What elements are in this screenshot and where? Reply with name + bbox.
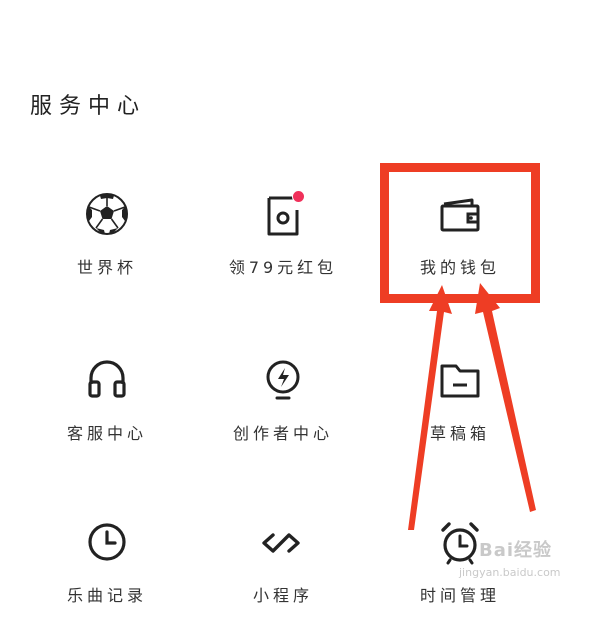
service-music-history[interactable]: 乐曲记录 bbox=[32, 498, 182, 628]
lightning-bulb-icon bbox=[259, 356, 307, 404]
service-label: 我的钱包 bbox=[419, 258, 500, 277]
service-label: 世界杯 bbox=[76, 258, 137, 277]
service-my-wallet[interactable]: 我的钱包 bbox=[385, 170, 535, 300]
service-label: 客服中心 bbox=[66, 424, 147, 443]
service-drafts[interactable]: 草稿箱 bbox=[385, 336, 535, 466]
soccer-ball-icon bbox=[83, 190, 131, 238]
infinity-link-icon bbox=[259, 518, 307, 566]
alarm-clock-icon bbox=[436, 518, 484, 566]
service-creator-center[interactable]: 创作者中心 bbox=[208, 336, 358, 466]
service-mini-program[interactable]: 小程序 bbox=[208, 498, 358, 628]
service-label: 草稿箱 bbox=[429, 424, 490, 443]
service-time-management[interactable]: 时间管理 bbox=[385, 498, 535, 628]
service-label: 领79元红包 bbox=[228, 258, 338, 277]
wallet-icon bbox=[436, 190, 484, 238]
service-label: 创作者中心 bbox=[232, 424, 333, 443]
red-packet-icon bbox=[259, 190, 307, 238]
headset-icon bbox=[83, 356, 131, 404]
services-grid: 世界杯 领79元红包 我的钱包 客服中心 创作者中心 草稿箱 乐曲记录 小程序 … bbox=[0, 0, 595, 605]
service-label: 时间管理 bbox=[419, 586, 500, 605]
service-customer-service[interactable]: 客服中心 bbox=[32, 336, 182, 466]
service-world-cup[interactable]: 世界杯 bbox=[32, 170, 182, 300]
service-red-packet[interactable]: 领79元红包 bbox=[208, 170, 358, 300]
folder-icon bbox=[436, 356, 484, 404]
service-label: 小程序 bbox=[252, 586, 313, 605]
clock-icon bbox=[83, 518, 131, 566]
notification-badge bbox=[292, 190, 305, 203]
service-label: 乐曲记录 bbox=[66, 586, 147, 605]
